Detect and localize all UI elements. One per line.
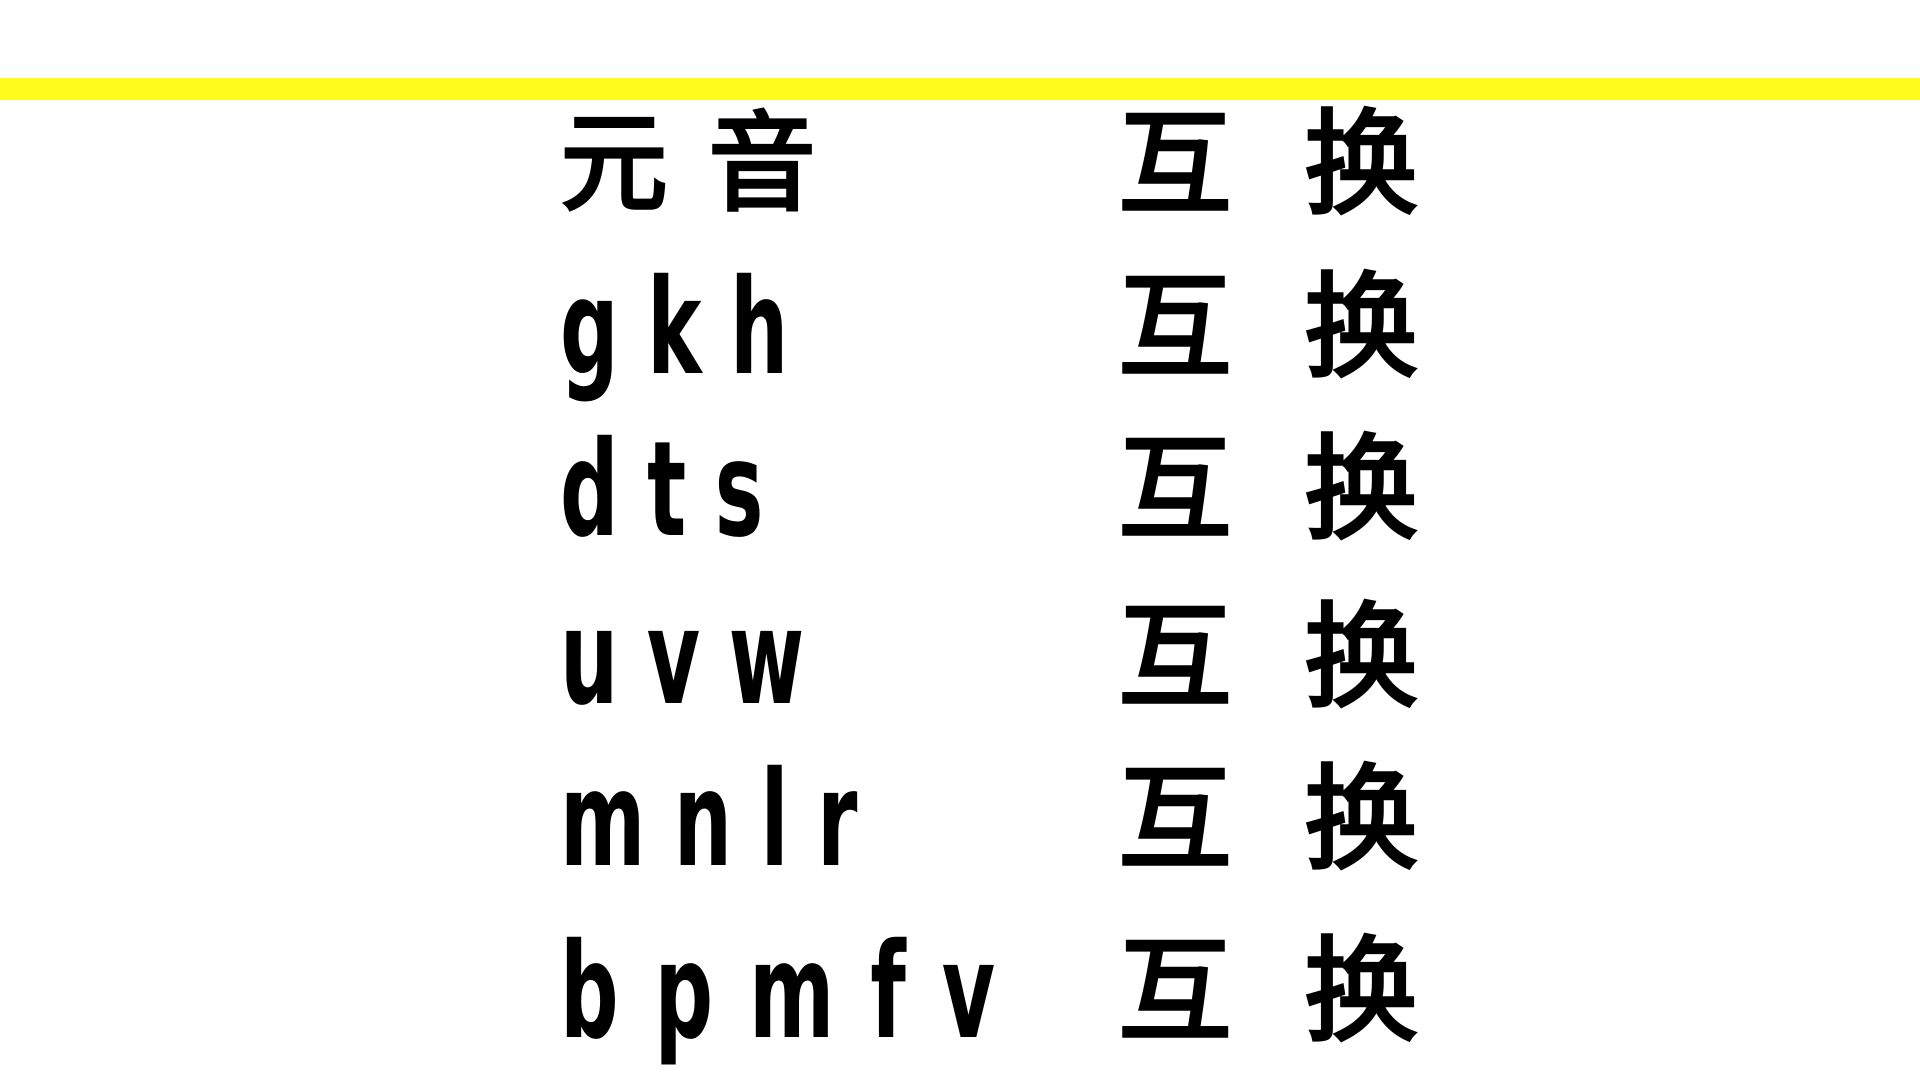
row-right-label: 互换 xyxy=(1118,98,1491,231)
row-gkh: g k h 互换 xyxy=(0,258,1920,418)
row-left-label: m n l r xyxy=(560,743,858,897)
slide-page: 元音 互换 g k h 互换 d t s 互换 u v w 互换 m n l r… xyxy=(0,0,1920,1080)
row-bpmfv: b p m f v 互换 xyxy=(0,922,1920,1080)
row-right-label: 互换 xyxy=(1118,591,1491,724)
row-dts: d t s 互换 xyxy=(0,420,1920,580)
row-left-label: u v w xyxy=(560,581,805,735)
row-right-label: 互换 xyxy=(1118,423,1491,556)
row-left-label: 元音 xyxy=(560,102,857,227)
row-left-label: g k h xyxy=(560,251,789,405)
row-left-label: d t s xyxy=(560,413,764,567)
row-mnlr: m n l r 互换 xyxy=(0,750,1920,910)
row-left-label: b p m f v xyxy=(560,915,999,1069)
row-uvw: u v w 互换 xyxy=(0,588,1920,748)
row-vowels: 元音 互换 xyxy=(0,95,1920,255)
row-right-label: 互换 xyxy=(1118,925,1491,1058)
row-right-label: 互换 xyxy=(1118,261,1491,394)
row-right-label: 互换 xyxy=(1118,753,1491,886)
